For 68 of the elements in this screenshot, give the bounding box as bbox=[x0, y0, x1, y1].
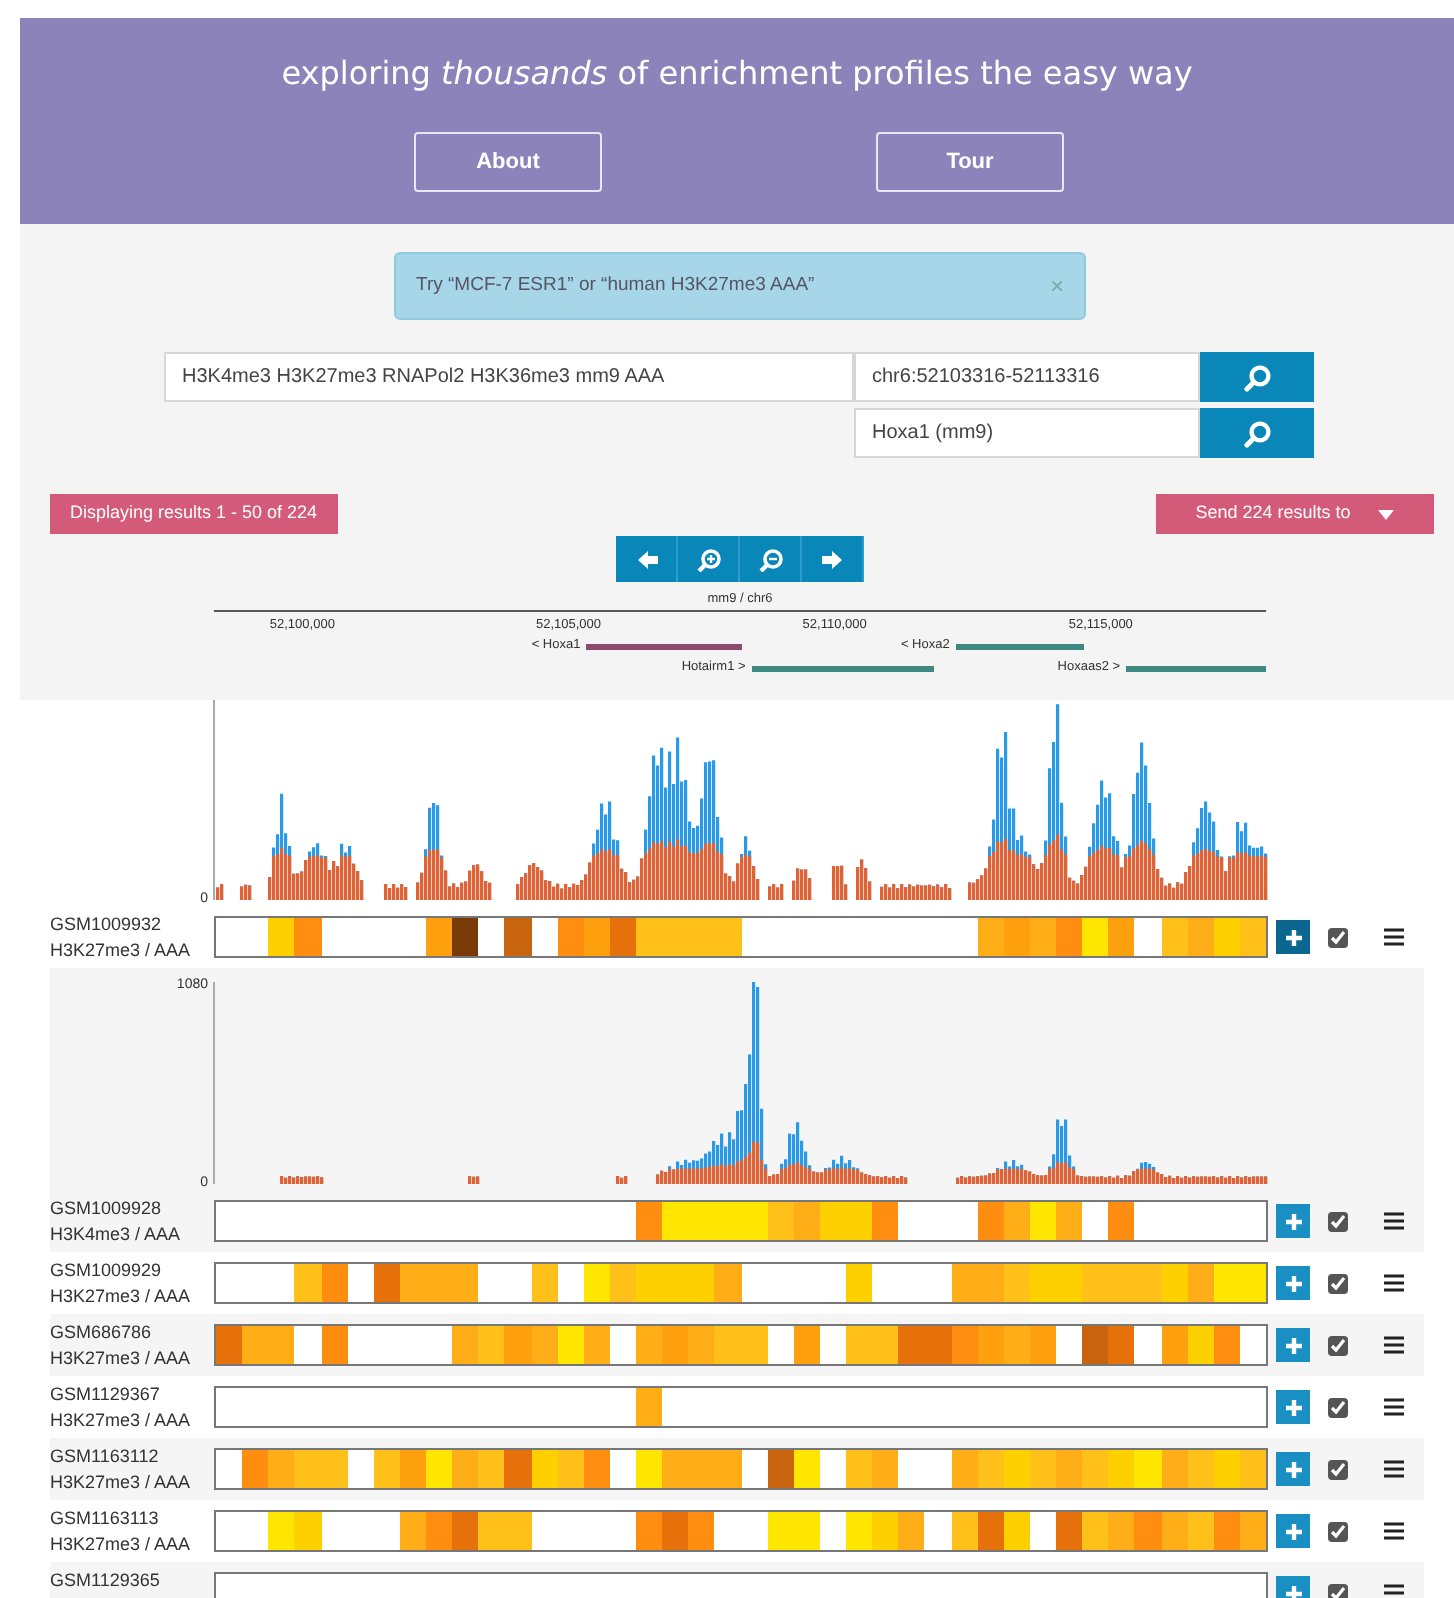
sample-id: GSM1129367 bbox=[50, 1382, 162, 1408]
expand-button[interactable] bbox=[1276, 1390, 1310, 1424]
expand-button[interactable] bbox=[1276, 1204, 1310, 1238]
plus-icon bbox=[1283, 1397, 1303, 1417]
search-icon bbox=[1243, 363, 1271, 391]
select-checkbox[interactable] bbox=[1328, 1521, 1348, 1541]
menu-icon[interactable] bbox=[1384, 928, 1404, 946]
search-field[interactable]: H3K4me3 H3K27me3 RNAPol2 H3K36me3 mm9 AAA bbox=[164, 352, 854, 402]
expand-button[interactable] bbox=[1276, 920, 1310, 954]
menu-icon[interactable] bbox=[1384, 1212, 1404, 1230]
location-field[interactable]: chr6:52103316-52113316 bbox=[854, 352, 1200, 402]
menu-icon[interactable] bbox=[1384, 1522, 1404, 1540]
expand-button[interactable] bbox=[1276, 1266, 1310, 1300]
gene-field[interactable]: Hoxa1 (mm9) bbox=[854, 408, 1200, 458]
select-checkbox[interactable] bbox=[1328, 1211, 1348, 1231]
sample-id: GSM1009928 bbox=[50, 1196, 164, 1222]
sample-mark: H3K27me3 / AAA bbox=[50, 1532, 193, 1558]
menu-icon[interactable] bbox=[1384, 1584, 1404, 1598]
plus-icon bbox=[1283, 1459, 1303, 1479]
expand-button[interactable] bbox=[1276, 1514, 1310, 1548]
expand-button[interactable] bbox=[1276, 1452, 1310, 1486]
zoom-out-button[interactable] bbox=[740, 536, 802, 582]
tour-button[interactable]: Tour bbox=[876, 132, 1064, 192]
about-button[interactable]: About bbox=[414, 132, 602, 192]
sample-mark: H3K27me3 / AAA bbox=[50, 1346, 193, 1372]
caret-icon bbox=[1378, 509, 1395, 519]
menu-icon[interactable] bbox=[1384, 1336, 1404, 1354]
send-results-button[interactable]: Send 224 results to bbox=[1156, 494, 1434, 534]
select-checkbox[interactable] bbox=[1328, 1273, 1348, 1293]
pan-left-button[interactable] bbox=[616, 536, 678, 582]
select-checkbox[interactable] bbox=[1328, 1583, 1348, 1598]
zoom-in-button[interactable] bbox=[678, 536, 740, 582]
pan-right-button[interactable] bbox=[802, 536, 864, 582]
search-button[interactable] bbox=[1200, 352, 1314, 402]
magnifier-icon bbox=[757, 547, 783, 571]
select-checkbox[interactable] bbox=[1328, 1335, 1348, 1355]
arrow-left-icon bbox=[633, 547, 659, 571]
select-checkbox[interactable] bbox=[1328, 1397, 1348, 1417]
arrow-right-icon bbox=[819, 547, 845, 571]
menu-icon[interactable] bbox=[1384, 1398, 1404, 1416]
sample-id: GSM1009932 bbox=[50, 912, 164, 938]
sample-mark: H3K27me3 / AAA bbox=[50, 938, 193, 964]
sample-id: GSM1129365 bbox=[50, 1568, 162, 1594]
sample-id: GSM1009929 bbox=[50, 1258, 164, 1284]
plus-icon bbox=[1283, 1211, 1303, 1231]
sample-mark: H3K27me3 / AAA bbox=[50, 1408, 193, 1434]
hint-text: Try “MCF-7 ESR1” or “human H3K27me3 AAA” bbox=[416, 271, 815, 300]
search-icon bbox=[1243, 419, 1271, 447]
tagline: exploring thousands of enrichment profiles the easy way bbox=[279, 52, 1195, 96]
sample-mark: H3K27me3 / AAA bbox=[50, 1470, 193, 1496]
results-count-badge: Displaying results 1 - 50 of 224 bbox=[50, 494, 338, 534]
menu-icon[interactable] bbox=[1384, 1274, 1404, 1292]
sample-id: GSM1163112 bbox=[50, 1444, 161, 1470]
sample-id: GSM1163113 bbox=[50, 1506, 161, 1532]
plus-icon bbox=[1283, 1335, 1303, 1355]
sample-id: GSM686786 bbox=[50, 1320, 154, 1346]
search-button[interactable] bbox=[1200, 408, 1314, 458]
plus-icon bbox=[1283, 1583, 1303, 1598]
expand-button[interactable] bbox=[1276, 1328, 1310, 1362]
menu-icon[interactable] bbox=[1384, 1460, 1404, 1478]
sample-mark: H3K27me3 / AAA bbox=[50, 1284, 193, 1310]
plus-icon bbox=[1283, 927, 1303, 947]
magnifier-icon bbox=[695, 547, 721, 571]
select-checkbox[interactable] bbox=[1328, 927, 1348, 947]
plus-icon bbox=[1283, 1273, 1303, 1293]
select-checkbox[interactable] bbox=[1328, 1459, 1348, 1479]
plus-icon bbox=[1283, 1521, 1303, 1541]
sample-mark: H3K4me3 / AAA bbox=[50, 1222, 183, 1248]
